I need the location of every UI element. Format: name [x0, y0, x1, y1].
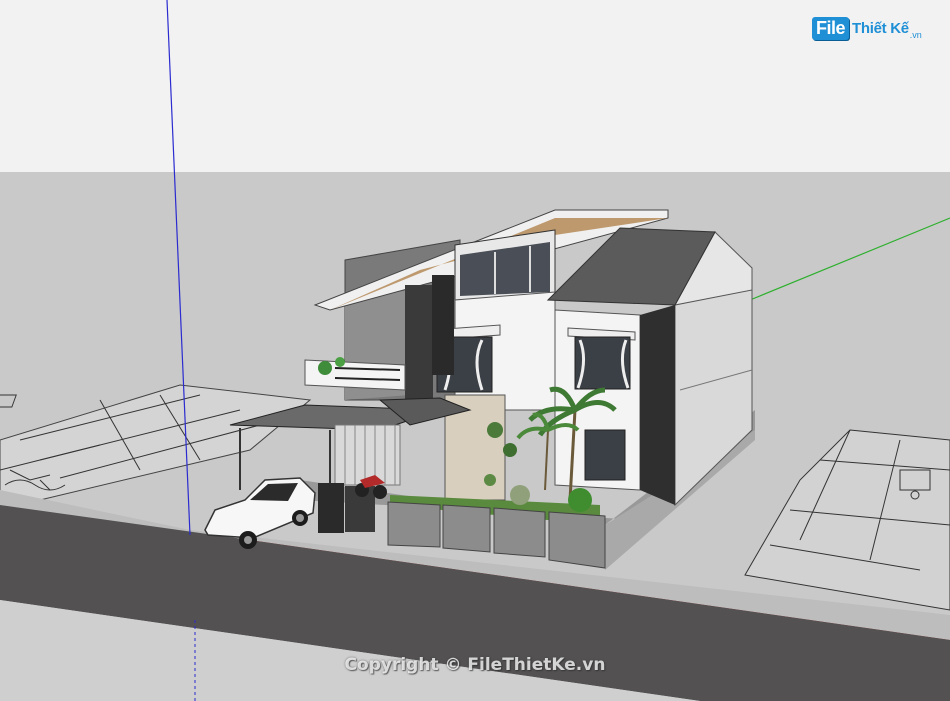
dark-column-panel-2 — [432, 275, 454, 375]
gate-panel — [318, 483, 344, 533]
dark-column-panel — [405, 285, 433, 410]
logo-watermark: File Thiết Kế .vn — [812, 12, 924, 44]
logo-suffix: .vn — [909, 30, 922, 40]
model-canvas[interactable] — [0, 0, 950, 701]
lower-window-right — [584, 429, 626, 481]
balcony-plant — [318, 361, 332, 375]
sketchup-model-viewport[interactable]: File Thiết Kế .vn Copyright © FileThietK… — [0, 0, 950, 701]
copyright-watermark: Copyright © FileThietKe.vn — [344, 655, 606, 675]
balcony-plant — [335, 357, 345, 367]
logo-text: Thiết Kế — [852, 19, 909, 37]
gable-dark-side — [640, 305, 675, 505]
logo-mark: File — [812, 16, 850, 40]
